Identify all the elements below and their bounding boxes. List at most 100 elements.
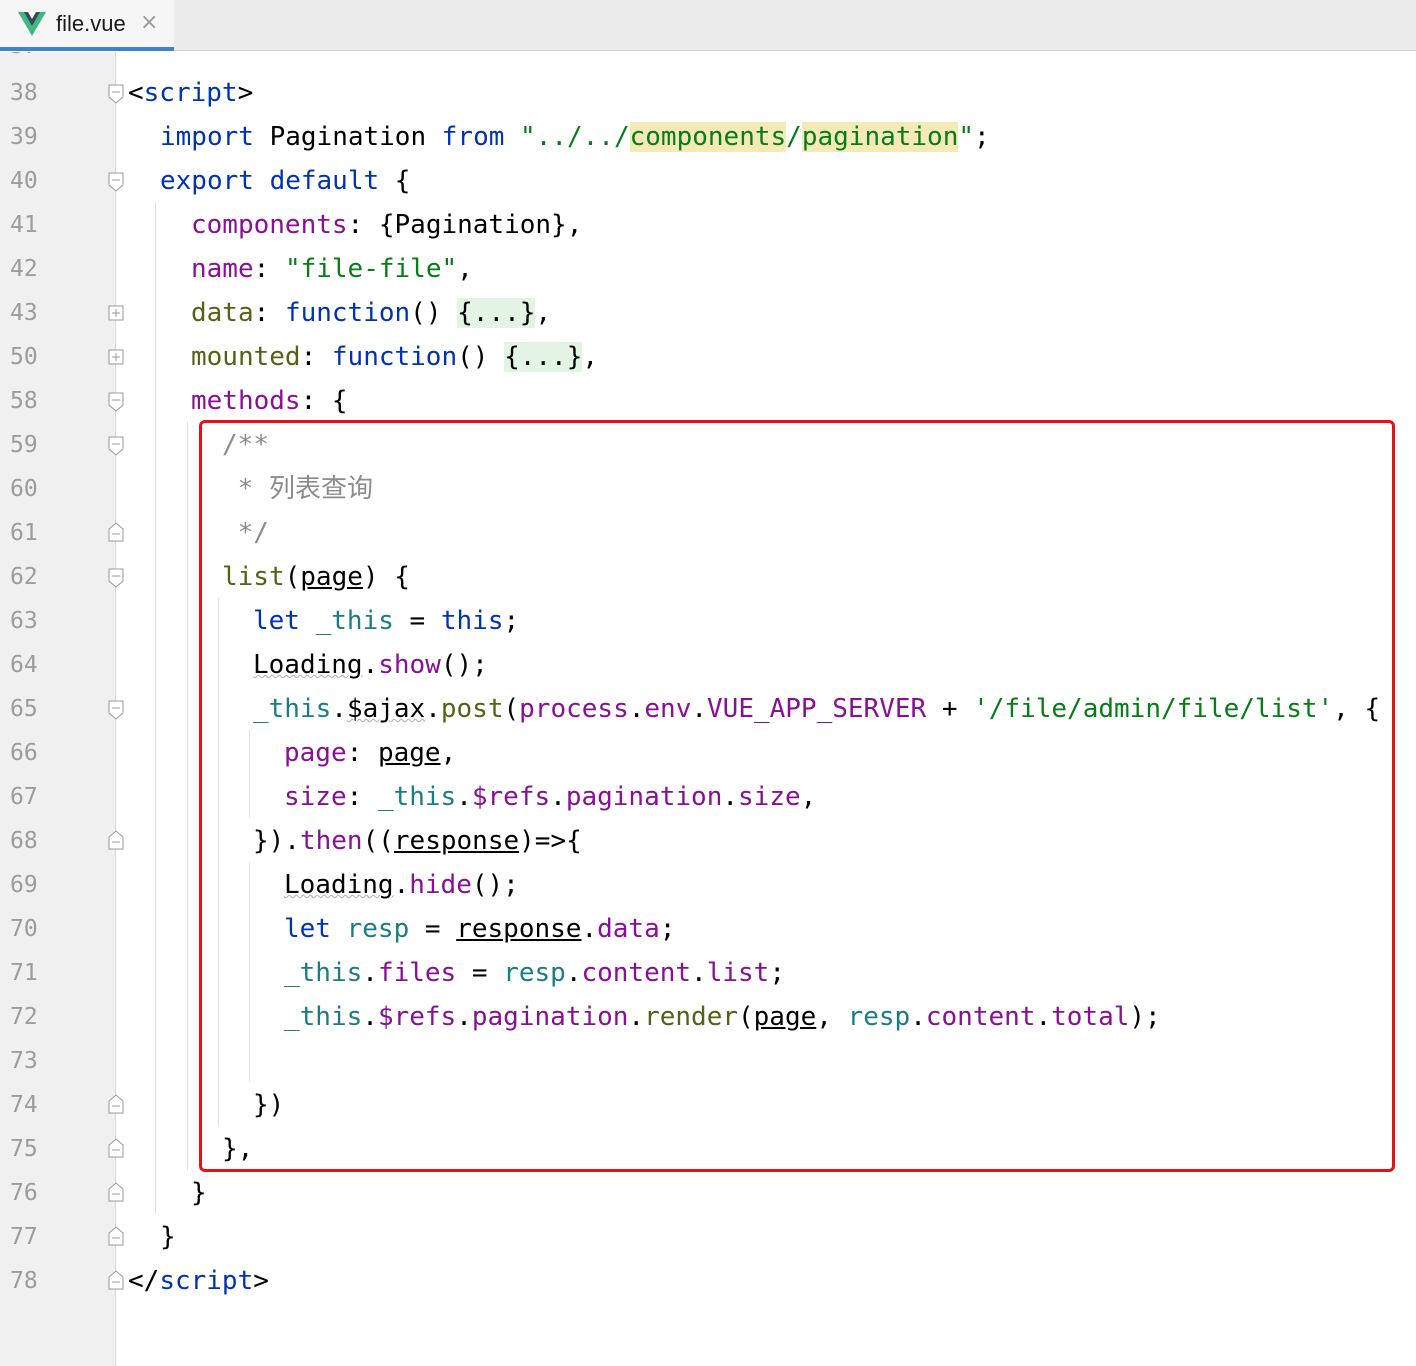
code-line-43: data: function() {...}, [191,291,551,335]
punctuation: : { [300,386,348,416]
line-number: 37 [10,52,50,68]
line-number: 72 [10,1004,38,1030]
line-number: 39 [10,124,38,150]
property: mounted [191,342,301,372]
code-line-42: name: "file-file", [191,247,473,291]
line-number: 74 [10,1092,38,1118]
indent-guide [155,202,156,1214]
fold-end-icon[interactable] [108,522,124,542]
code-line-58: methods: { [191,379,348,423]
line-number: 58 [10,388,38,414]
string: " [958,122,975,152]
tab-label: file.vue [56,11,126,36]
punctuation: : {Pagination}, [347,210,583,240]
fold-end-icon[interactable] [108,1226,124,1246]
line-number: 59 [10,432,38,458]
identifier: Pagination [253,122,442,152]
line-number: 42 [10,256,38,282]
string: "../../ [504,122,630,152]
line-number: 75 [10,1136,38,1162]
line-number: 76 [10,1180,38,1206]
line-number: 69 [10,872,38,898]
line-number: 71 [10,960,38,986]
line-number: 66 [10,740,38,766]
fold-collapse-icon[interactable] [108,392,124,412]
line-number: 62 [10,564,38,590]
code-line-40: export default { [160,159,410,203]
path-segment-highlight: pagination [801,122,959,152]
string: "file-file" [284,254,458,284]
punctuation: , [535,298,552,328]
tag-bracket: > [237,78,254,108]
property: name [191,254,254,284]
tag-bracket: > [253,1266,269,1296]
fold-expand-icon[interactable] [108,305,124,321]
fold-collapse-icon[interactable] [108,568,124,588]
keyword: function [331,342,458,372]
punctuation: () [457,342,505,372]
keyword: function [284,298,411,328]
line-number: 78 [10,1268,38,1294]
tag-name: script [159,1266,254,1296]
keyword: import [160,122,254,152]
punctuation: ; [974,122,990,152]
keyword: from [441,122,505,152]
line-number: 40 [10,168,38,194]
code-line-77: } [160,1222,176,1252]
keyword: export default [160,166,380,196]
punctuation: : [300,342,332,372]
fold-end-icon[interactable] [108,1182,124,1202]
tab-file-vue[interactable]: file.vue × [0,0,174,51]
fold-collapse-icon[interactable] [108,172,124,192]
property: methods [191,386,301,416]
tag-bracket: < [128,78,144,108]
property: data [191,298,254,328]
punctuation: : [253,254,285,284]
fold-collapse-icon[interactable] [108,84,124,104]
line-number: 70 [10,916,38,942]
code-line-76: } [191,1178,207,1208]
punctuation: { [379,166,411,196]
fold-collapse-icon[interactable] [108,700,124,720]
line-number: 61 [10,520,38,546]
path-segment-highlight: components [629,122,787,152]
punctuation: () [410,298,458,328]
line-number: 50 [10,344,38,370]
line-number: 63 [10,608,38,634]
line-number: 41 [10,212,38,238]
punctuation: , [457,254,473,284]
code-line-39: import Pagination from "../../components… [160,115,990,159]
tag-name: script [143,78,238,108]
fold-end-icon[interactable] [108,1270,124,1290]
line-number: 38 [10,80,38,106]
editor-tab-bar: file.vue × [0,0,1416,51]
punctuation: , [582,342,599,372]
tag-bracket: </ [128,1266,160,1296]
code-line-78: </script> [128,1259,269,1303]
code-line-50: mounted: function() {...}, [191,335,598,379]
line-number: 73 [10,1048,38,1074]
vue-logo-icon [18,12,46,36]
highlight-annotation-box [199,420,1395,1172]
code-line-41: components: {Pagination}, [191,203,582,247]
folded-region[interactable]: {...} [457,298,536,328]
string: / [786,122,802,152]
fold-expand-icon[interactable] [108,349,124,365]
fold-collapse-icon[interactable] [108,436,124,456]
punctuation: : [253,298,285,328]
line-number: 65 [10,696,38,722]
close-tab-icon[interactable]: × [140,10,158,35]
line-number-gutter: 37 38 39 40 41 42 43 50 58 59 60 61 62 63 64 65 66 67 68 6… [0,52,116,1366]
fold-end-icon[interactable] [108,1094,124,1114]
fold-end-icon[interactable] [108,830,124,850]
line-number: 43 [10,300,38,326]
line-number: 64 [10,652,38,678]
fold-end-icon[interactable] [108,1138,124,1158]
line-number: 67 [10,784,38,810]
line-number: 77 [10,1224,38,1250]
folded-region[interactable]: {...} [504,342,583,372]
code-line-38: <script> [128,71,253,115]
property: components [191,210,348,240]
line-number: 60 [10,476,38,502]
indent-guide [187,422,188,1170]
